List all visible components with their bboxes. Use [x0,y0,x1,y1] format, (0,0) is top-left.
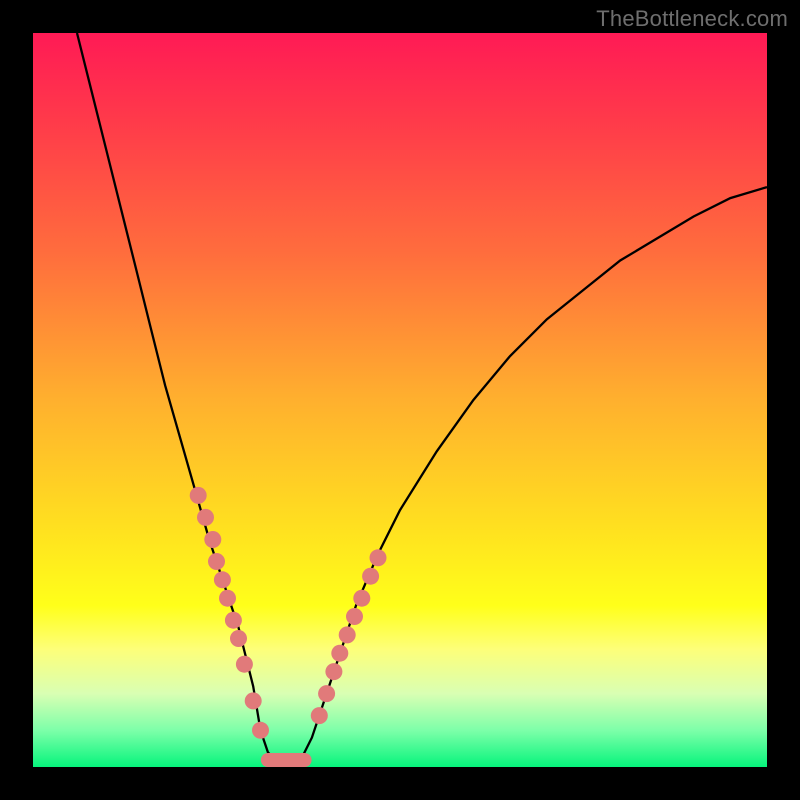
scatter-dot [245,692,262,709]
scatter-dot [225,612,242,629]
scatter-dot [252,722,269,739]
scatter-dot [214,571,231,588]
scatter-dot [190,487,207,504]
scatter-dot [362,568,379,585]
scatter-dot [370,549,387,566]
scatter-dot [230,630,247,647]
scatter-dot [208,553,225,570]
scatter-dot [331,645,348,662]
scatter-dot [346,608,363,625]
bottleneck-curve [77,33,767,767]
watermark-text: TheBottleneck.com [596,6,788,32]
scatter-dot [325,663,342,680]
scatter-dot [339,626,356,643]
scatter-dot [236,656,253,673]
chart-svg [33,33,767,767]
scatter-dot [311,707,328,724]
scatter-dot [204,531,221,548]
scatter-dot [219,590,236,607]
scatter-dot [353,590,370,607]
chart-frame: TheBottleneck.com [0,0,800,800]
scatter-dot [197,509,214,526]
scatter-dot [318,685,335,702]
scatter-dots [190,487,387,739]
plot-area [33,33,767,767]
